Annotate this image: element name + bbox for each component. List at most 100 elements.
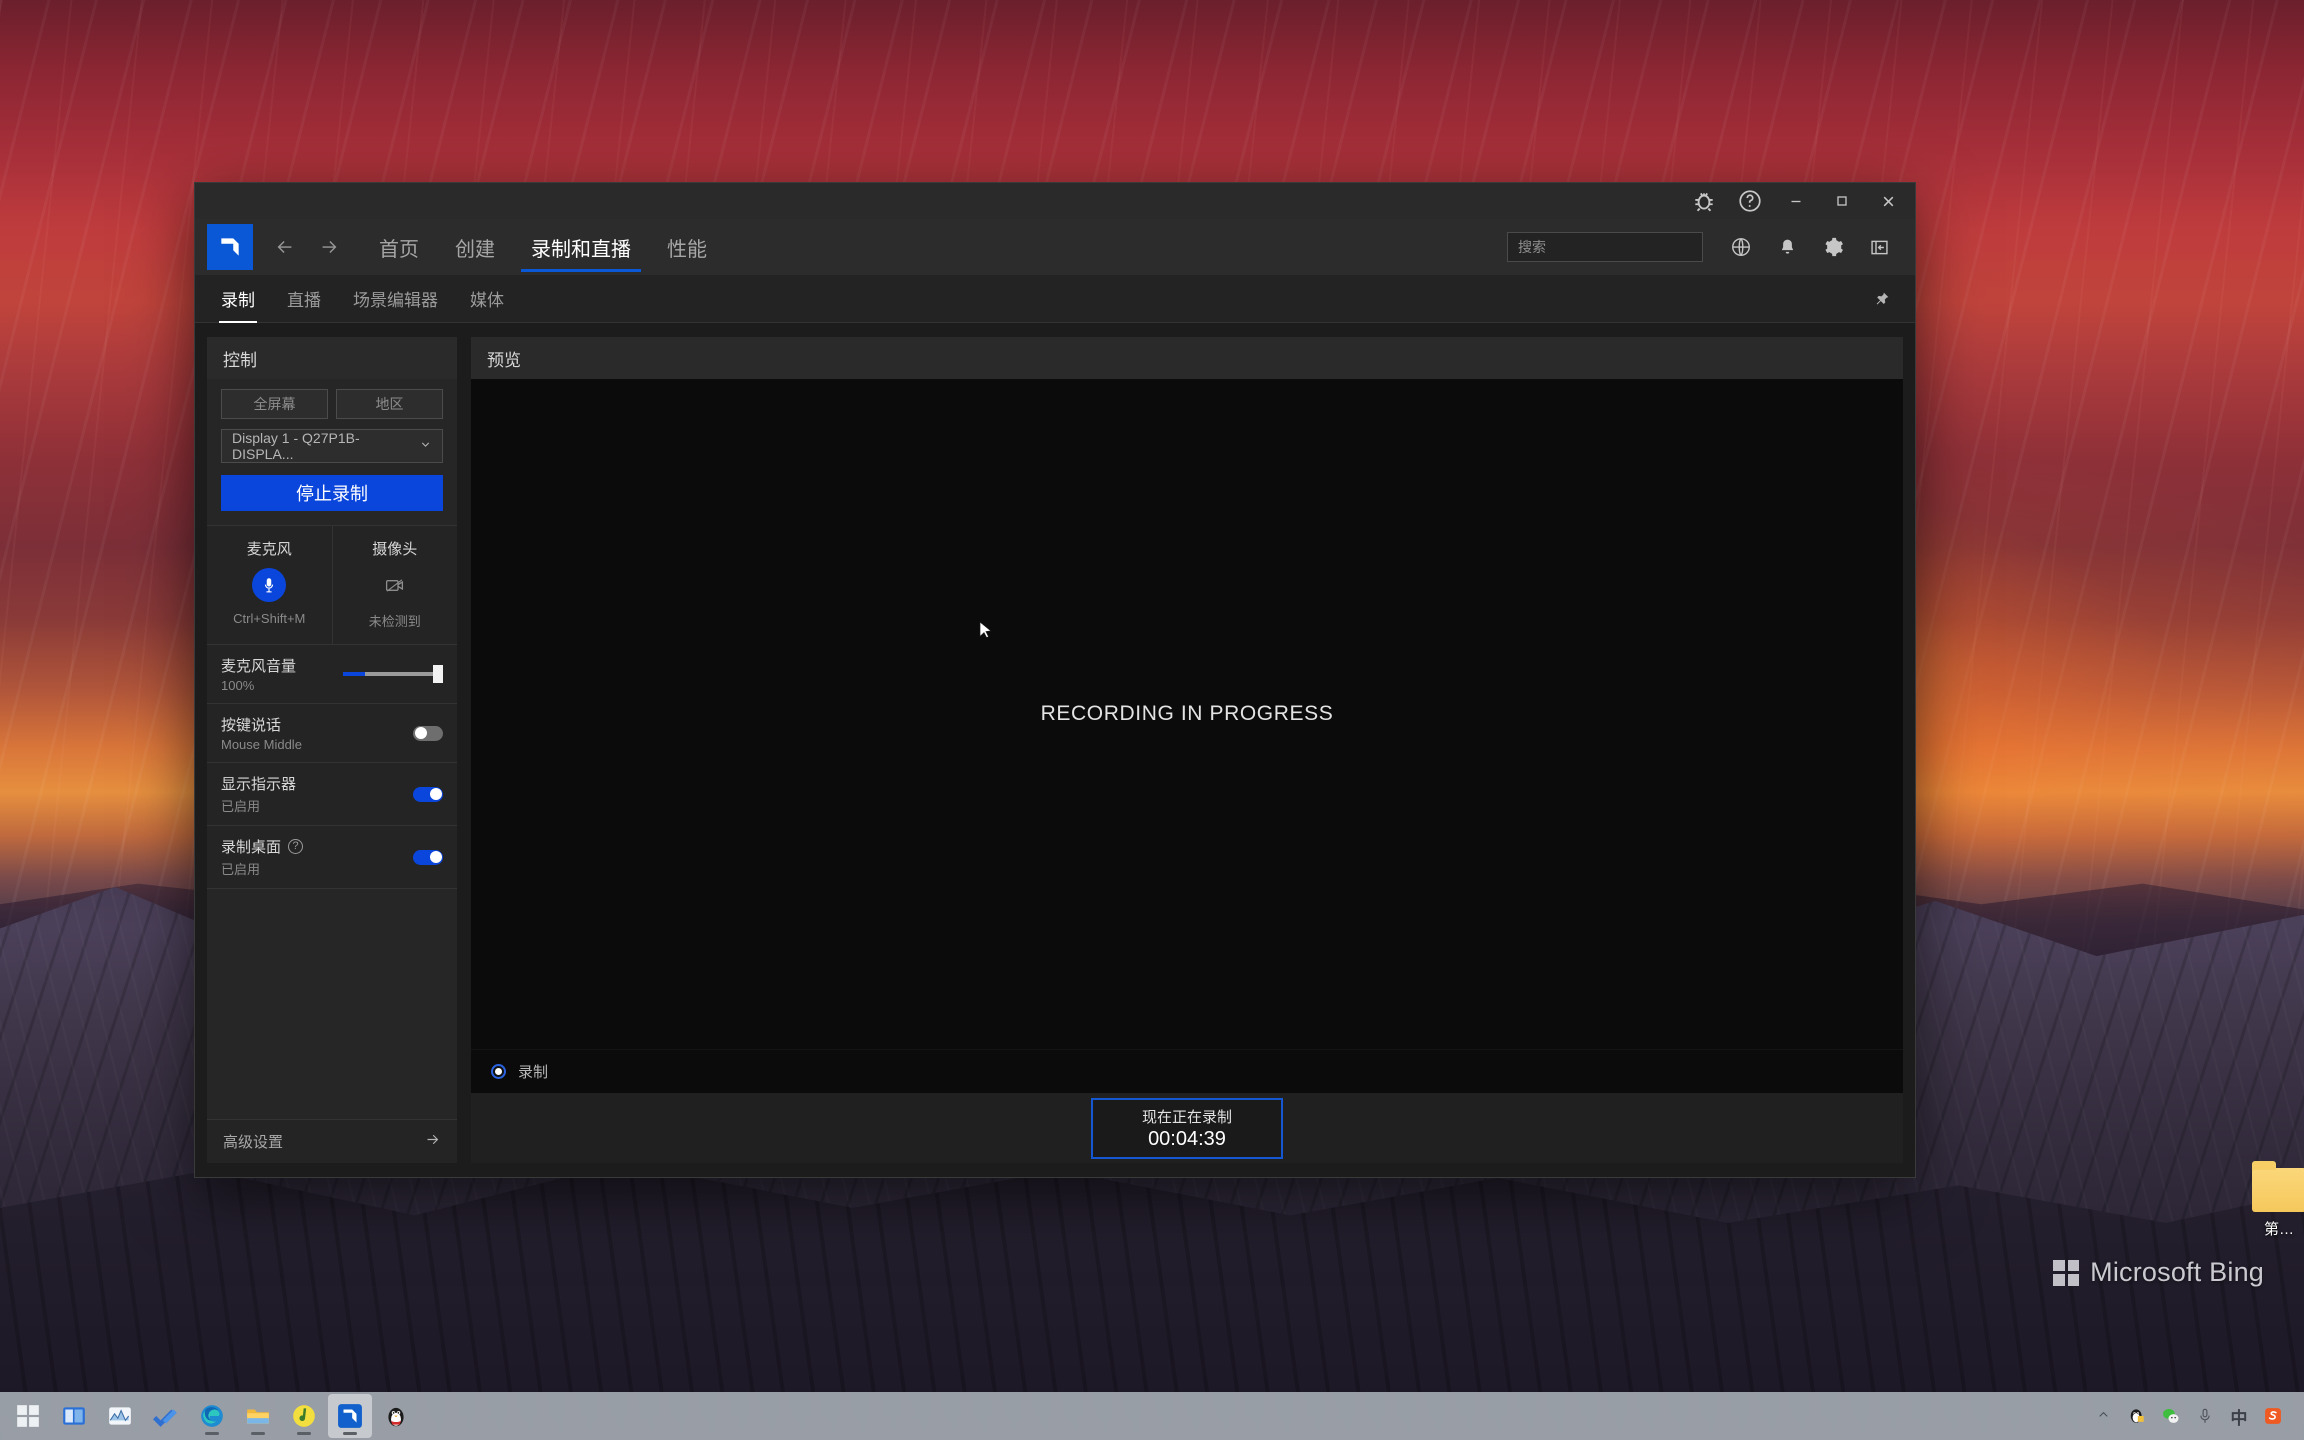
running-indicator — [297, 1432, 311, 1435]
qq-button[interactable] — [374, 1394, 418, 1438]
amd-logo-icon[interactable] — [207, 224, 253, 270]
running-indicator — [251, 1432, 265, 1435]
nav-item-label: 录制和直播 — [531, 238, 631, 261]
setting-show-indicator[interactable]: 显示指示器 已启用 — [207, 763, 457, 826]
capture-mode-group: 全屏幕 地区 — [221, 389, 443, 419]
setting-value: 100% — [221, 678, 255, 693]
tray-ime[interactable]: 中 — [2224, 1396, 2254, 1436]
file-explorer-button[interactable] — [236, 1394, 280, 1438]
amd-adrenalin-button[interactable] — [328, 1394, 372, 1438]
display-select-dropdown[interactable]: Display 1 - Q27P1B- DISPLA... — [221, 429, 443, 463]
advanced-settings-label: 高级设置 — [223, 1134, 284, 1151]
slider-fill — [343, 672, 365, 676]
microphone-toggle-button[interactable] — [252, 568, 287, 602]
setting-push-to-talk[interactable]: 按键说话 Mouse Middle — [207, 704, 457, 763]
tray-qq[interactable] — [2122, 1396, 2152, 1436]
camera-toggle-button[interactable] — [378, 568, 412, 602]
stop-recording-button[interactable]: 停止录制 — [221, 475, 443, 511]
toggle-knob — [429, 851, 442, 863]
minimize-button[interactable] — [1773, 183, 1819, 219]
community-button[interactable] — [1721, 227, 1761, 267]
tray-wechat[interactable] — [2156, 1396, 2186, 1436]
control-panel: 控制 全屏幕 地区 Display 1 - Q27P1B- DISPLA... … — [207, 337, 457, 1163]
nav-item-create[interactable]: 创建 — [437, 219, 513, 275]
record-desktop-toggle[interactable] — [413, 849, 443, 865]
preview-header: 预览 — [471, 337, 1903, 379]
tab-label: 场景编辑器 — [353, 291, 438, 310]
record-mode-radio[interactable] — [491, 1064, 506, 1079]
capture-mode-row: 录制 — [471, 1049, 1903, 1093]
microsoft-edge-button[interactable] — [190, 1394, 234, 1438]
setting-text: 按键说话 Mouse Middle — [221, 714, 302, 752]
question-circle-icon[interactable]: ? — [288, 839, 304, 854]
microphone-device[interactable]: 麦克风 Ctrl+Shift+M — [207, 526, 332, 644]
tab-record[interactable]: 录制 — [205, 275, 271, 323]
close-button[interactable] — [1865, 183, 1911, 219]
camera-device[interactable]: 摄像头 未检测到 — [331, 526, 458, 644]
nav-item-record-and-stream[interactable]: 录制和直播 — [513, 219, 649, 275]
task-view-button[interactable] — [52, 1394, 96, 1438]
pin-button[interactable] — [1867, 284, 1897, 314]
search-input[interactable] — [1518, 239, 1699, 255]
setting-value: 已启用 — [221, 799, 261, 814]
nav-item-label: 创建 — [455, 238, 495, 261]
main-navigation-bar: 首页 创建 录制和直播 性能 — [195, 219, 1915, 275]
nav-item-performance[interactable]: 性能 — [649, 219, 725, 275]
capture-mode-region[interactable]: 地区 — [336, 389, 443, 419]
widgets-button[interactable] — [98, 1394, 142, 1438]
tab-scene-editor[interactable]: 场景编辑器 — [337, 275, 454, 323]
tray-sogou[interactable] — [2258, 1396, 2288, 1436]
penguin-icon — [388, 1407, 404, 1427]
settings-button[interactable] — [1813, 227, 1853, 267]
nav-back-button[interactable] — [263, 219, 307, 275]
tray-overflow-button[interactable] — [2088, 1396, 2118, 1436]
windows-start-icon — [17, 1405, 39, 1427]
search-box[interactable] — [1507, 232, 1703, 262]
recording-timer-box: 现在正在录制 00:04:39 — [1091, 1097, 1283, 1159]
advanced-settings-row[interactable]: 高级设置 — [207, 1119, 457, 1163]
capture-mode-fullscreen[interactable]: 全屏幕 — [221, 389, 328, 419]
tab-label: 录制 — [221, 291, 255, 310]
arrow-right-icon — [424, 1131, 441, 1153]
bing-watermark-label: Microsoft Bing — [2090, 1257, 2264, 1287]
setting-label: 按键说话 — [221, 717, 282, 734]
todo-app-button[interactable] — [144, 1394, 188, 1438]
panel-collapse-icon — [1870, 240, 1888, 254]
setting-value: Mouse Middle — [221, 737, 302, 752]
setting-label: 录制桌面 ? — [221, 836, 304, 857]
pin-icon — [1876, 292, 1889, 304]
push-to-talk-toggle[interactable] — [413, 725, 443, 741]
windows-taskbar: 中 — [0, 1392, 2304, 1440]
chevron-up-icon — [2096, 1407, 2111, 1426]
mic-volume-slider[interactable] — [343, 665, 443, 683]
nav-forward-button[interactable] — [307, 219, 351, 275]
setting-text: 录制桌面 ? 已启用 — [221, 836, 304, 878]
preview-panel: 预览 RECORDING IN PROGRESS 录制 现在正在录制 00:04… — [471, 337, 1903, 1163]
preview-stage[interactable]: RECORDING IN PROGRESS — [471, 379, 1903, 1049]
wechat-icon — [2163, 1408, 2179, 1423]
netease-music-button[interactable] — [282, 1394, 326, 1438]
tab-label: 直播 — [287, 291, 321, 310]
desktop-folder-item[interactable]: 第… — [2246, 1161, 2304, 1239]
tab-stream[interactable]: 直播 — [271, 275, 337, 323]
setting-mic-volume[interactable]: 麦克风音量 100% — [207, 645, 457, 704]
help-button[interactable] — [1727, 183, 1773, 219]
notifications-button[interactable] — [1767, 227, 1807, 267]
tab-media[interactable]: 媒体 — [454, 275, 520, 323]
maximize-button[interactable] — [1819, 183, 1865, 219]
bug-report-button[interactable] — [1681, 183, 1727, 219]
tray-microphone[interactable] — [2190, 1396, 2220, 1436]
setting-record-desktop[interactable]: 录制桌面 ? 已启用 — [207, 826, 457, 889]
collapse-panel-button[interactable] — [1859, 227, 1899, 267]
show-indicator-toggle[interactable] — [413, 786, 443, 802]
recording-timer-title: 现在正在录制 — [1141, 1108, 1232, 1126]
nav-right-tools — [1507, 227, 1915, 267]
nav-item-home[interactable]: 首页 — [361, 219, 437, 275]
maximize-icon — [1837, 196, 1847, 206]
start-button[interactable] — [6, 1394, 50, 1438]
amd-arrow-icon — [338, 1404, 362, 1428]
slider-thumb[interactable] — [433, 665, 443, 683]
display-select-value: Display 1 - Q27P1B- DISPLA... — [232, 430, 360, 462]
music-note-icon — [293, 1405, 315, 1427]
question-circle-icon — [1739, 190, 1761, 212]
